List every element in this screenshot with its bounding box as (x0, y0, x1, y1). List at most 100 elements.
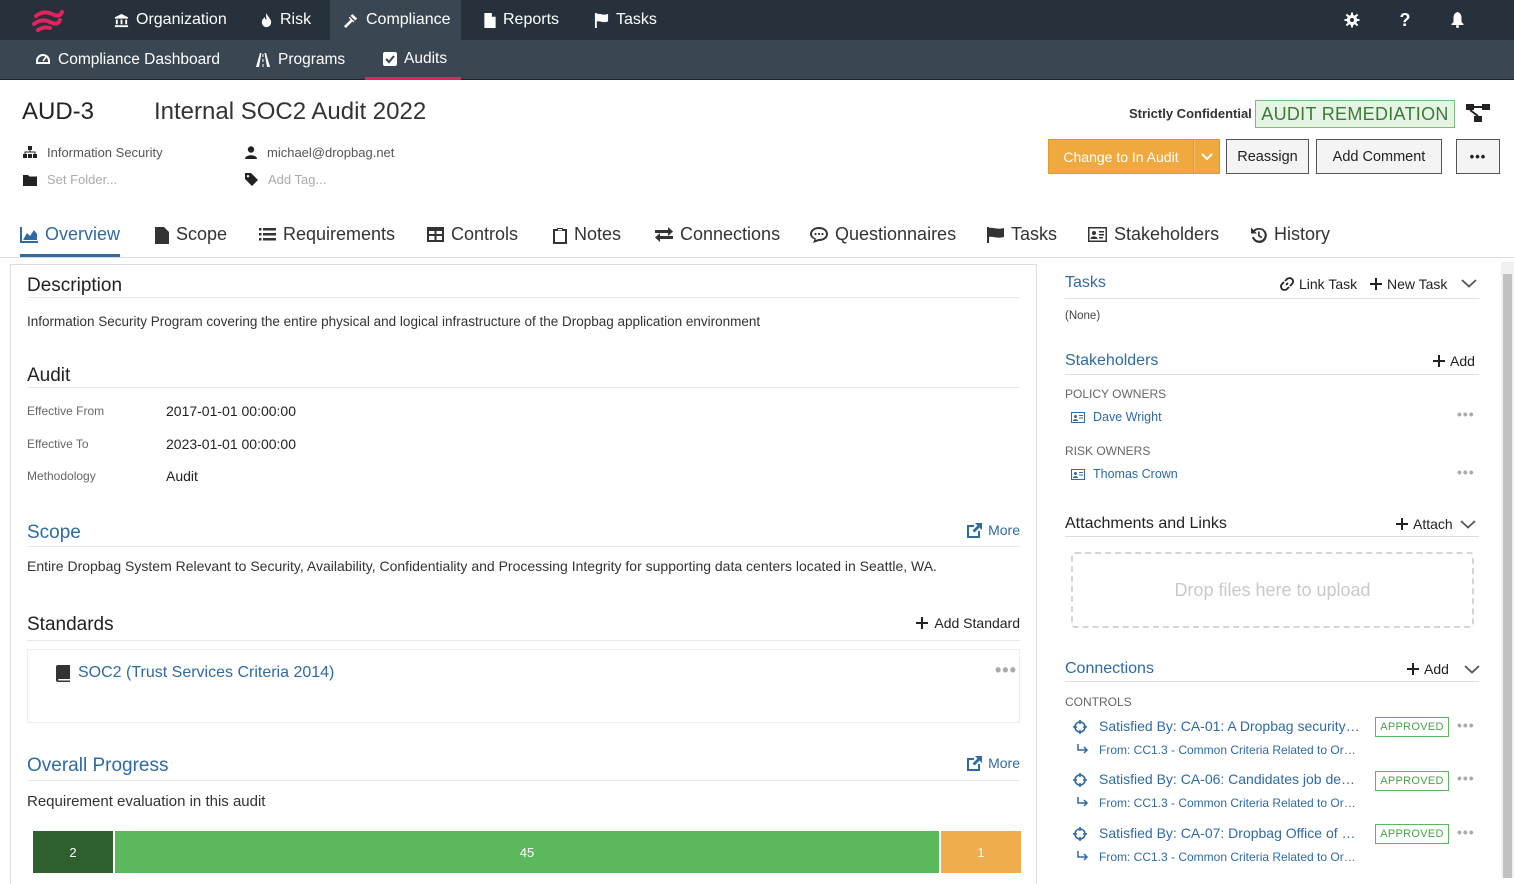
history-clock-icon (1251, 227, 1267, 243)
divider (1065, 536, 1479, 537)
tab-history[interactable]: History (1250, 224, 1330, 257)
sidebar-scrollbar[interactable] (1501, 262, 1514, 878)
progress-segment[interactable]: 45 (115, 831, 939, 873)
tab-connections[interactable]: Connections (655, 224, 780, 257)
policy-owner-name: Dave Wright (1093, 410, 1162, 424)
tab-controls[interactable]: Controls (427, 224, 518, 257)
scope-more-link[interactable]: More (967, 522, 1020, 538)
progress-segment[interactable]: 1 (941, 831, 1021, 873)
subnav-programs-label: Programs (278, 51, 346, 68)
tab-stakeholders[interactable]: Stakeholders (1088, 224, 1219, 257)
folder-icon (23, 174, 37, 186)
effective-to-value: 2023-01-01 00:00:00 (166, 436, 296, 452)
stakeholder-menu-button[interactable]: ••• (1457, 464, 1475, 480)
reassign-button[interactable]: Reassign (1226, 139, 1309, 174)
department-field[interactable]: Information Security (23, 145, 163, 160)
connection-menu-button[interactable]: ••• (1457, 824, 1475, 840)
nav-reports[interactable]: Reports (484, 0, 559, 40)
tag-field[interactable]: Add Tag... (245, 172, 326, 187)
id-card-icon (1071, 411, 1085, 423)
workflow-diagram-icon[interactable] (1466, 104, 1490, 127)
tasks-collapse-toggle[interactable] (1461, 279, 1477, 288)
new-task-label: New Task (1387, 276, 1448, 292)
connection-menu-button[interactable]: ••• (1457, 717, 1475, 733)
subnav-compliance-dashboard[interactable]: Compliance Dashboard (35, 40, 220, 80)
clipboard-icon (553, 228, 567, 244)
standard-item-label: SOC2 (Trust Services Criteria 2014) (78, 664, 335, 681)
stakeholders-heading: Stakeholders (1065, 352, 1159, 369)
attach-button[interactable]: Attach (1396, 516, 1476, 532)
add-comment-button[interactable]: Add Comment (1316, 139, 1442, 174)
dashboard-gauge-icon (36, 54, 50, 64)
sub-navigation: Compliance Dashboard Programs Audits (0, 40, 1514, 80)
tasks-heading: Tasks (1065, 274, 1106, 291)
overall-progress-heading[interactable]: Overall Progress (27, 755, 169, 777)
change-to-in-audit-button[interactable]: Change to In Audit (1048, 139, 1194, 174)
tab-requirements[interactable]: Requirements (259, 224, 395, 257)
settings-gear-icon[interactable] (1342, 10, 1362, 30)
scope-heading[interactable]: Scope (27, 522, 81, 544)
progress-more-label: More (988, 755, 1020, 771)
requirement-progress-bar[interactable]: 2 45 1 (33, 831, 1021, 873)
stakeholder-person-link[interactable]: Thomas Crown (1071, 467, 1178, 481)
scrollbar-thumb[interactable] (1503, 274, 1512, 878)
subnav-audits-label: Audits (404, 49, 448, 67)
tab-overview[interactable]: Overview (20, 224, 121, 257)
nav-organization-label: Organization (136, 11, 227, 28)
risk-owner-name: Thomas Crown (1093, 467, 1178, 481)
divider (1065, 681, 1479, 682)
stakeholder-person-link[interactable]: Dave Wright (1071, 410, 1162, 424)
connection-from-link[interactable]: From: CC1.3 - Common Criteria Related to… (1099, 796, 1361, 810)
connection-menu-button[interactable]: ••• (1457, 770, 1475, 786)
tab-notes[interactable]: Notes (553, 224, 621, 257)
department-value: Information Security (47, 145, 163, 160)
file-drop-zone[interactable]: Drop files here to upload (1071, 552, 1474, 628)
top-navigation: Organization Risk Compliance Reports Tas… (0, 0, 1514, 40)
connection-title-link[interactable]: Satisfied By: CA-07: Dropbag Office of S… (1099, 825, 1361, 841)
comment-bubble-icon (810, 227, 828, 243)
connection-status-badge: APPROVED (1375, 771, 1449, 791)
user-icon (245, 146, 257, 159)
tab-connections-label: Connections (680, 224, 781, 244)
progress-more-link[interactable]: More (967, 755, 1020, 771)
connection-status-badge: APPROVED (1375, 824, 1449, 844)
link-task-button[interactable]: Link Task (1280, 276, 1357, 292)
owner-field[interactable]: michael@dropbag.net (245, 145, 394, 160)
add-connection-button[interactable]: Add (1407, 661, 1480, 677)
road-icon (256, 53, 270, 67)
subnav-programs[interactable]: Programs (255, 40, 345, 80)
nav-tasks[interactable]: Tasks (594, 0, 657, 40)
tab-overview-label: Overview (45, 224, 121, 244)
standard-item-menu-button[interactable]: ••• (995, 660, 1017, 681)
divider (27, 387, 1020, 388)
more-actions-button[interactable]: ••• (1456, 139, 1500, 174)
tab-scope[interactable]: Scope (155, 224, 227, 257)
stakeholder-menu-button[interactable]: ••• (1457, 406, 1475, 422)
subnav-compliance-dashboard-label: Compliance Dashboard (58, 51, 220, 68)
connection-title-link[interactable]: Satisfied By: CA-01: A Dropbag security … (1099, 718, 1361, 734)
nav-organization[interactable]: Organization (114, 0, 227, 40)
progress-segment[interactable]: 2 (33, 831, 113, 873)
new-task-button[interactable]: New Task (1370, 276, 1447, 292)
app-logo-icon[interactable] (32, 8, 64, 37)
standard-item-link[interactable]: SOC2 (Trust Services Criteria 2014) (56, 664, 334, 682)
subnav-audits[interactable]: Audits (365, 40, 462, 80)
tasks-empty-text: (None) (1065, 310, 1101, 322)
help-question-icon[interactable]: ? (1395, 10, 1415, 30)
notifications-bell-icon[interactable] (1447, 10, 1467, 30)
connection-from-link[interactable]: From: CC1.3 - Common Criteria Related to… (1099, 850, 1361, 864)
record-title[interactable]: Internal SOC2 Audit 2022 (154, 98, 426, 126)
tab-tasks[interactable]: Tasks (987, 224, 1057, 257)
transition-dropdown-button[interactable] (1194, 139, 1220, 174)
fire-icon (261, 12, 272, 27)
connection-from-link[interactable]: From: CC1.3 - Common Criteria Related to… (1099, 743, 1361, 757)
connection-title-link[interactable]: Satisfied By: CA-06: Candidates job desc… (1099, 771, 1361, 787)
document-icon (484, 12, 496, 28)
add-stakeholder-button[interactable]: Add (1433, 353, 1475, 369)
folder-field[interactable]: Set Folder... (23, 172, 117, 187)
add-standard-button[interactable]: Add Standard (916, 615, 1020, 631)
tab-questionnaires[interactable]: Questionnaires (810, 224, 956, 257)
description-heading: Description (27, 275, 123, 296)
nav-risk[interactable]: Risk (260, 0, 311, 40)
nav-compliance[interactable]: Compliance (330, 0, 461, 40)
